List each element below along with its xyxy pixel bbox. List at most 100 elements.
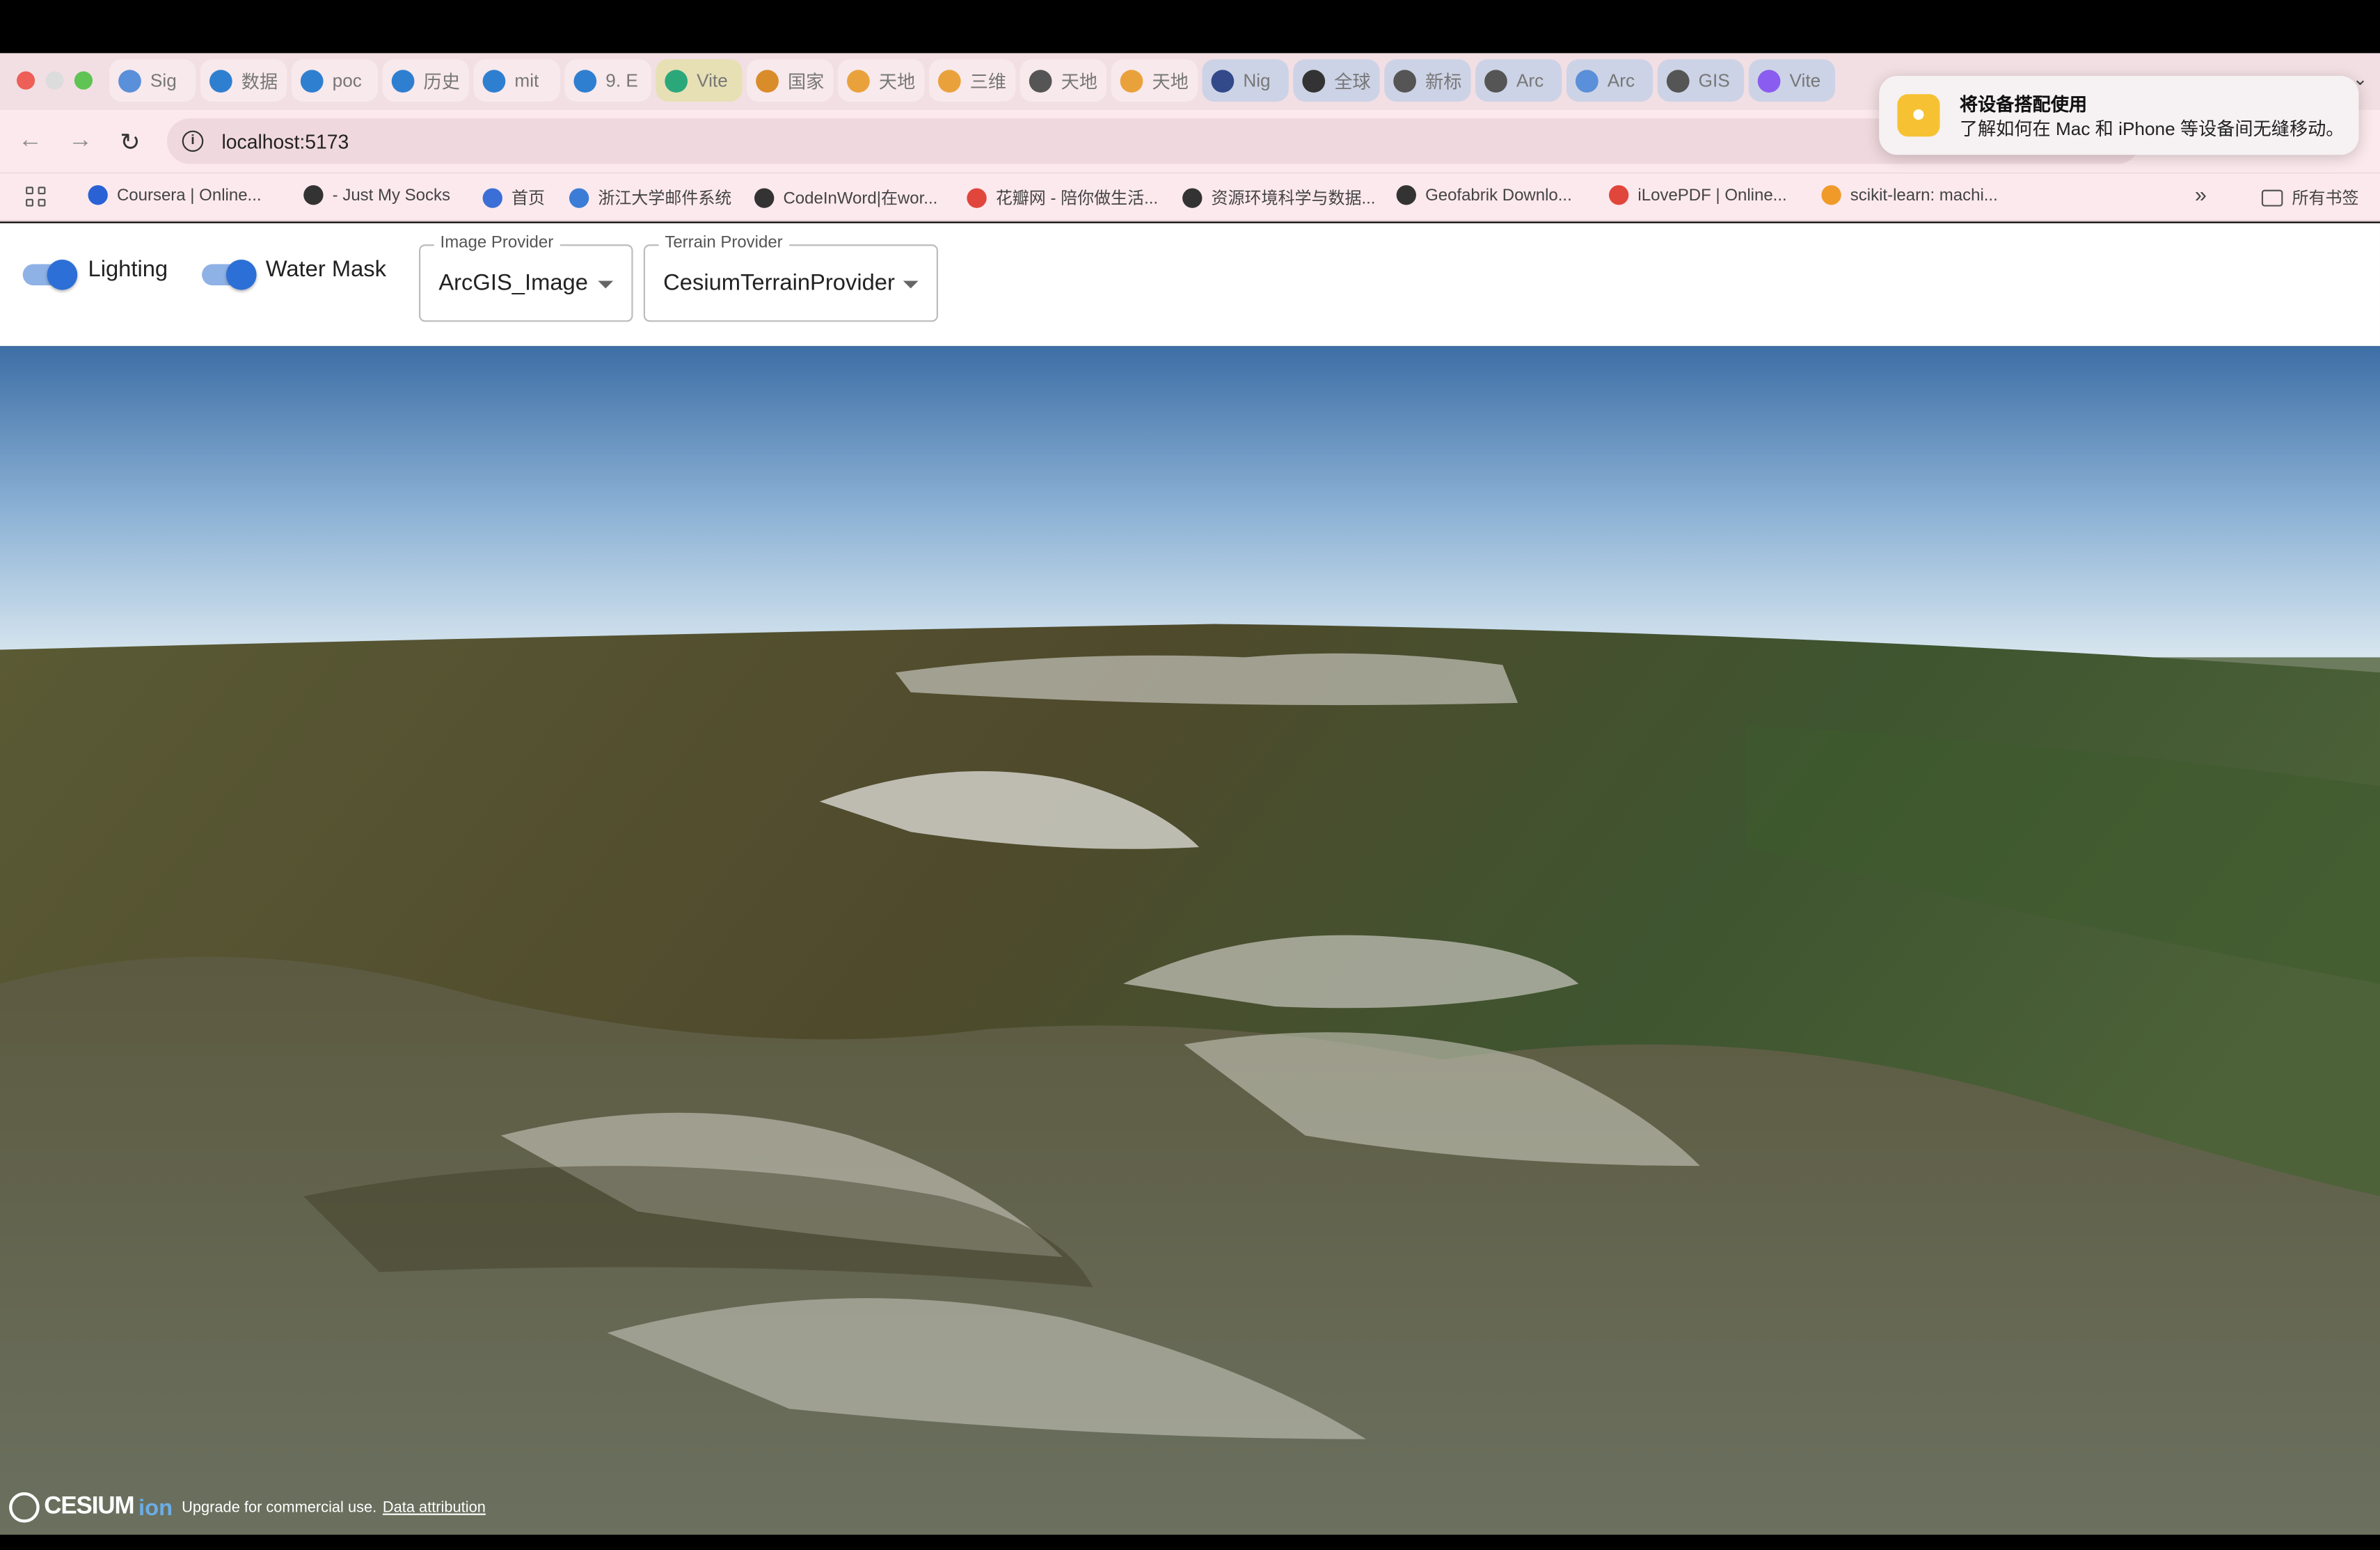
tab-favicon-icon xyxy=(847,69,870,92)
browser-tab[interactable]: mit xyxy=(473,59,560,102)
tab-favicon-icon xyxy=(1302,69,1326,92)
bookmark-favicon-icon xyxy=(754,187,775,207)
bookmark-item[interactable]: 浙江大学邮件系统 xyxy=(569,185,731,209)
bookmark-label: CodeInWord|在wor... xyxy=(783,189,938,208)
bookmark-favicon-icon xyxy=(967,187,987,207)
tab-title: 历史 xyxy=(423,70,460,92)
browser-tab[interactable]: Sig xyxy=(109,59,196,102)
bookmark-label: 浙江大学邮件系统 xyxy=(598,189,732,208)
tab-favicon-icon xyxy=(300,69,324,92)
cesium-credits: CESIUM ion Upgrade for commercial use. D… xyxy=(9,1492,486,1523)
tab-title: Sig xyxy=(150,70,177,91)
browser-tab[interactable]: 新标 xyxy=(1384,59,1471,102)
more-bookmarks-chevron-icon[interactable]: » xyxy=(2195,182,2207,207)
tab-favicon-icon xyxy=(209,69,232,92)
tab-title: 天地 xyxy=(878,70,916,92)
tab-favicon-icon xyxy=(118,69,141,92)
bookmark-item[interactable]: 花瓣网 - 陪你做生活... xyxy=(967,185,1158,209)
tab-favicon-icon xyxy=(665,69,688,92)
folder-icon xyxy=(2261,189,2283,206)
bookmark-favicon-icon xyxy=(88,185,108,205)
tab-title: 天地 xyxy=(1152,70,1189,92)
tab-favicon-icon xyxy=(573,69,597,92)
address-bar[interactable]: i localhost:5173 xyxy=(166,118,2141,164)
browser-tab[interactable]: Vite xyxy=(656,59,743,102)
close-window-button[interactable] xyxy=(16,71,35,90)
bookmark-item[interactable]: Geofabrik Downlo... xyxy=(1396,185,1572,205)
credit-text: Upgrade for commercial use. xyxy=(182,1498,377,1516)
back-arrow-icon[interactable]: ← xyxy=(18,127,42,155)
image-provider-select[interactable]: Image Provider ArcGIS_Image xyxy=(418,233,633,322)
bookmark-favicon-icon xyxy=(1608,185,1629,205)
dropdown-caret-icon xyxy=(598,280,614,289)
cesium-3d-viewer[interactable]: CESIUM ion Upgrade for commercial use. D… xyxy=(0,346,2380,1535)
bookmark-item[interactable]: 资源环境科学与数据... xyxy=(1182,185,1375,209)
bookmark-favicon-icon xyxy=(1396,185,1416,205)
tab-title: Vite xyxy=(1789,70,1821,91)
browser-tab[interactable]: 数据 xyxy=(200,59,287,102)
notification-body: 了解如何在 Mac 和 iPhone 等设备间无缝移动。 xyxy=(1959,118,2345,140)
browser-tab[interactable]: Arc xyxy=(1566,59,1653,102)
address-url[interactable]: localhost:5173 xyxy=(221,129,349,152)
browser-tab[interactable]: 国家 xyxy=(747,59,834,102)
tab-favicon-icon xyxy=(1120,69,1143,92)
all-bookmarks-folder[interactable]: 所有书签 xyxy=(2261,185,2359,209)
browser-tab[interactable]: Arc xyxy=(1475,59,1562,102)
terrain-provider-value: CesiumTerrainProvider xyxy=(663,270,895,296)
bookmark-label: iLovePDF | Online... xyxy=(1637,186,1787,205)
browser-tab[interactable]: 天地 xyxy=(837,59,925,102)
tab-favicon-icon xyxy=(1484,69,1507,92)
bookmark-favicon-icon xyxy=(569,187,589,207)
tab-title: 数据 xyxy=(241,70,278,92)
bookmark-favicon-icon xyxy=(482,187,502,207)
bookmark-label: - Just My Socks xyxy=(332,186,450,205)
bookmark-item[interactable]: - Just My Socks xyxy=(303,185,450,205)
tab-favicon-icon xyxy=(1666,69,1690,92)
bookmark-label: 资源环境科学与数据... xyxy=(1211,189,1376,208)
browser-tab[interactable]: 天地 xyxy=(1111,59,1198,102)
tab-title: 天地 xyxy=(1061,70,1097,92)
browser-tab[interactable]: 9. E xyxy=(564,59,651,102)
bookmark-item[interactable]: Coursera | Online... xyxy=(88,185,262,205)
tab-title: 全球 xyxy=(1334,70,1371,92)
macos-notification[interactable]: ● 将设备搭配使用 了解如何在 Mac 和 iPhone 等设备间无缝移动。 xyxy=(1879,76,2359,155)
tab-favicon-icon xyxy=(937,69,961,92)
bookmark-label: 首页 xyxy=(511,189,546,208)
data-attribution-link[interactable]: Data attribution xyxy=(383,1499,486,1516)
browser-tab[interactable]: 历史 xyxy=(382,59,469,102)
browser-tab[interactable]: GIS xyxy=(1657,59,1745,102)
maximize-window-button[interactable] xyxy=(74,71,93,90)
water-mask-toggle[interactable] xyxy=(202,259,257,290)
bookmark-item[interactable]: scikit-learn: machi... xyxy=(1821,185,1998,205)
terrain-provider-label: Terrain Provider xyxy=(658,233,789,253)
tab-title: 新标 xyxy=(1425,70,1462,92)
forward-arrow-icon[interactable]: → xyxy=(68,127,93,155)
bookmark-item[interactable]: iLovePDF | Online... xyxy=(1608,185,1787,205)
tab-title: mit xyxy=(514,70,539,91)
browser-tab[interactable]: Vite xyxy=(1748,59,1835,102)
browser-tab[interactable]: 三维 xyxy=(928,59,1016,102)
all-bookmarks-label: 所有书签 xyxy=(2292,189,2359,208)
lighting-toggle[interactable] xyxy=(22,259,78,290)
cesium-ion-logo[interactable]: CESIUM ion xyxy=(9,1492,173,1523)
browser-tab[interactable]: poc xyxy=(291,59,379,102)
tab-title: 三维 xyxy=(969,70,1007,92)
terrain-provider-select[interactable]: Terrain Provider CesiumTerrainProvider xyxy=(643,233,938,322)
tab-favicon-icon xyxy=(756,69,779,92)
reload-icon[interactable]: ↻ xyxy=(120,127,140,158)
lightbulb-icon: ● xyxy=(1897,94,1940,137)
app-control-bar: Lighting Water Mask Image Provider ArcGI… xyxy=(0,223,2380,347)
browser-window: Sig 数据 poc 历史 mit 9. E Vite 国家 天地 三维 天地 天地 Nig 全球 新标 Ar… xyxy=(0,0,2380,1550)
site-info-icon[interactable]: i xyxy=(182,130,204,152)
tab-title: Arc xyxy=(1607,70,1635,91)
water-mask-toggle-thumb xyxy=(225,259,257,290)
apps-grid-icon[interactable] xyxy=(26,187,47,208)
image-provider-label: Image Provider xyxy=(434,233,560,253)
cesium-logo-suffix: ion xyxy=(138,1494,173,1521)
browser-tab[interactable]: 天地 xyxy=(1020,59,1107,102)
browser-tab[interactable]: 全球 xyxy=(1293,59,1380,102)
bookmark-item[interactable]: CodeInWord|在wor... xyxy=(754,185,937,209)
browser-tab[interactable]: Nig xyxy=(1202,59,1289,102)
bookmark-item[interactable]: 首页 xyxy=(482,185,546,209)
minimize-window-button[interactable] xyxy=(45,71,64,90)
